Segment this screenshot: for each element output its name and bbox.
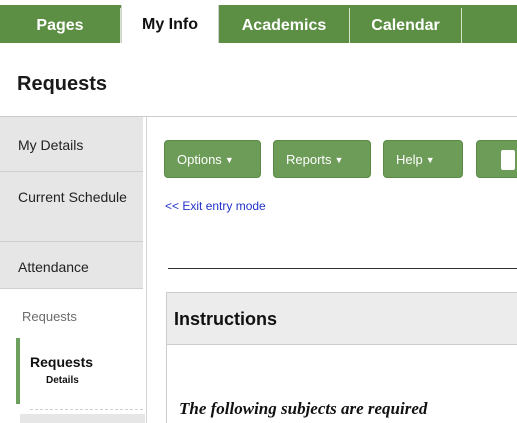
- tab-calendar[interactable]: Calendar: [350, 8, 462, 43]
- instructions-panel: Instructions The following subjects are …: [166, 292, 517, 423]
- sidebar-item-label: Requests: [30, 354, 94, 370]
- page-title: Requests: [17, 73, 108, 95]
- tab-my-info[interactable]: My Info: [121, 5, 219, 43]
- sidebar-section-label: Requests: [22, 309, 77, 324]
- sidebar-item-requests[interactable]: Requests Details: [16, 338, 143, 404]
- reports-button[interactable]: Reports ▼: [273, 140, 371, 178]
- caret-down-icon: ▼: [224, 155, 234, 165]
- options-label: Options: [177, 152, 222, 167]
- reports-label: Reports: [286, 152, 332, 167]
- search-icon: [501, 150, 515, 170]
- caret-down-icon: ▼: [425, 155, 435, 165]
- instructions-header: Instructions: [167, 293, 517, 345]
- content-divider: [146, 117, 147, 423]
- exit-entry-mode-link[interactable]: << Exit entry mode: [165, 199, 266, 213]
- help-label: Help: [396, 152, 423, 167]
- caret-down-icon: ▼: [334, 155, 344, 165]
- top-nav: Pages My Info Academics Calendar: [0, 0, 517, 43]
- sidebar-item-sublabel[interactable]: Details: [46, 375, 79, 386]
- help-button[interactable]: Help ▼: [383, 140, 463, 178]
- sidebar-item-attendance[interactable]: Attendance: [0, 242, 143, 289]
- sidebar-item-next[interactable]: [20, 414, 145, 423]
- instructions-title: Instructions: [174, 309, 278, 329]
- sidebar-divider: [30, 409, 143, 410]
- search-button[interactable]: [476, 140, 517, 178]
- tab-pages[interactable]: Pages: [0, 8, 121, 43]
- sidebar-item-my-details[interactable]: My Details: [0, 117, 143, 172]
- tab-academics[interactable]: Academics: [219, 8, 350, 43]
- instructions-text: The following subjects are required: [179, 399, 428, 418]
- options-button[interactable]: Options ▼: [164, 140, 261, 178]
- sidebar-item-current-schedule[interactable]: Current Schedule: [0, 172, 143, 242]
- sidebar: My Details Current Schedule Attendance R…: [0, 117, 146, 423]
- content-rule: [168, 268, 517, 269]
